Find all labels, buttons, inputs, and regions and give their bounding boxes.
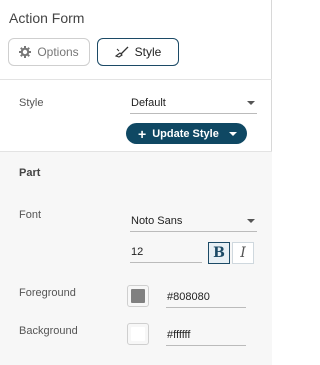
chevron-down-icon	[247, 101, 255, 105]
part-heading: Part	[19, 167, 41, 179]
tab-style-label: Style	[134, 45, 162, 59]
gear-icon	[19, 46, 32, 58]
foreground-label: Foreground	[19, 287, 76, 299]
background-label: Background	[19, 325, 78, 337]
style-select-value: Default	[131, 97, 166, 109]
tab-options-label: Options	[37, 45, 79, 59]
foreground-color-swatch[interactable]	[127, 285, 149, 307]
bold-button[interactable]: B	[208, 242, 230, 264]
chevron-down-icon	[247, 219, 255, 223]
action-form-panel: Action Form Options Style Style Default …	[0, 0, 272, 365]
paint-brush-icon	[114, 46, 129, 58]
divider	[0, 151, 272, 152]
foreground-color-fill	[131, 289, 145, 303]
update-style-button[interactable]: + Update Style	[126, 123, 247, 144]
italic-button[interactable]: I	[232, 242, 254, 264]
font-select-value: Noto Sans	[131, 215, 183, 227]
tab-style[interactable]: Style	[97, 38, 179, 66]
tab-options[interactable]: Options	[8, 38, 90, 66]
font-size-input[interactable]: 12	[130, 245, 202, 263]
divider	[0, 79, 272, 80]
plus-icon: +	[138, 125, 147, 142]
font-label: Font	[19, 209, 42, 221]
background-color-swatch[interactable]	[127, 323, 149, 345]
foreground-hex-input[interactable]: #808080	[166, 290, 246, 308]
style-select[interactable]: Default	[130, 96, 257, 114]
style-label: Style	[19, 97, 44, 109]
background-hex-input[interactable]: #ffffff	[166, 328, 246, 346]
font-select[interactable]: Noto Sans	[130, 214, 257, 232]
chevron-down-icon	[229, 132, 237, 136]
panel-title: Action Form	[9, 10, 85, 26]
background-color-fill	[131, 327, 145, 341]
update-style-label: Update Style	[152, 127, 219, 140]
